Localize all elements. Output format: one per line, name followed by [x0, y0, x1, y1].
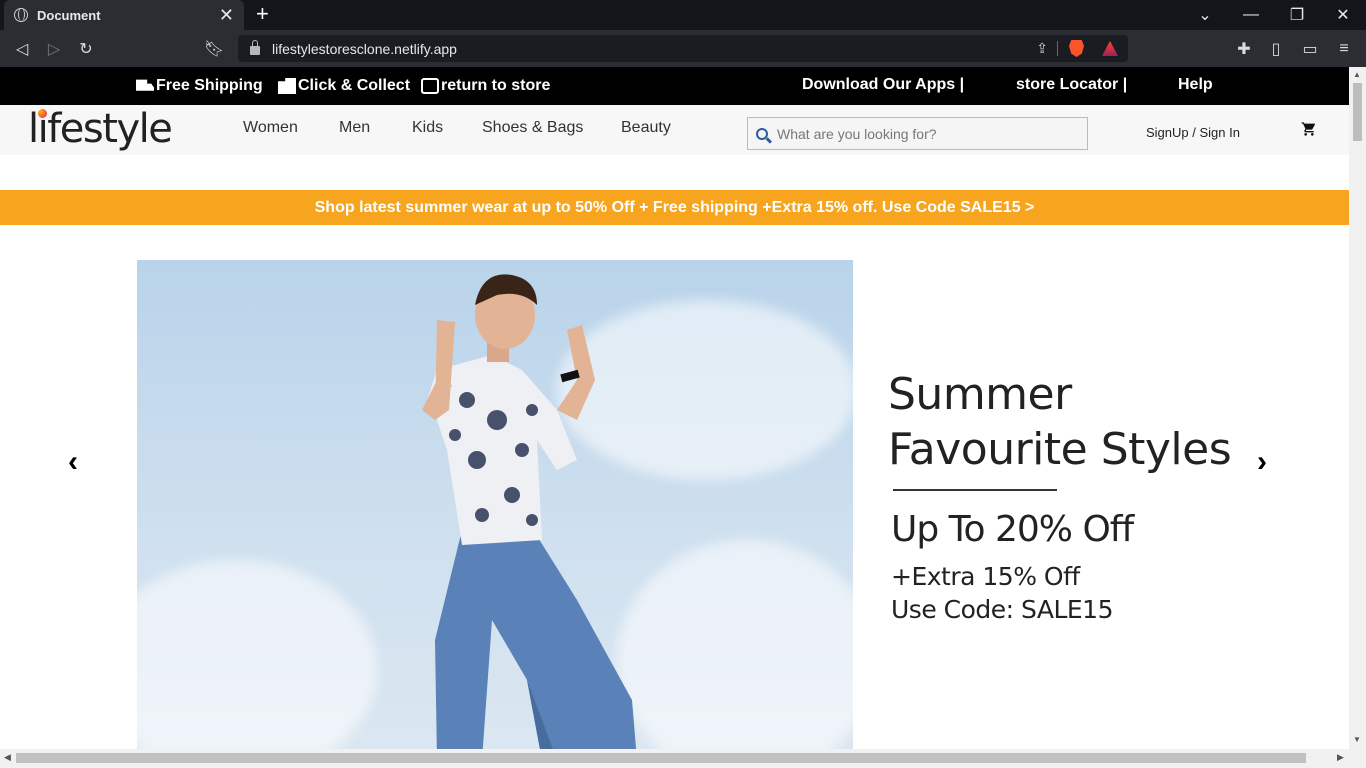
help-link[interactable]: Help	[1178, 76, 1213, 94]
help-label: Help	[1178, 76, 1213, 93]
sidebar-icon[interactable]: ▯	[1261, 30, 1291, 67]
free-shipping-link[interactable]: Free Shipping	[136, 77, 263, 95]
hero-extra: +Extra 15% Off	[891, 562, 1080, 591]
lock-icon	[250, 40, 260, 55]
cart-icon[interactable]	[1300, 121, 1318, 137]
bookmark-icon[interactable]: 🔖︎	[198, 30, 230, 67]
vertical-scroll-thumb[interactable]	[1353, 83, 1362, 141]
menu-icon[interactable]: ≡	[1329, 30, 1359, 67]
return-store-link[interactable]: return to store	[421, 77, 550, 95]
logo-text: lifestyle	[28, 106, 173, 152]
vertical-scrollbar[interactable]: ▲ ▼	[1349, 67, 1366, 749]
window-close-icon[interactable]: ✕	[1323, 0, 1363, 30]
hero-discount: Up To 20% Off	[891, 509, 1134, 550]
address-bar[interactable]: lifestylestoresclone.netlify.app ⇪	[238, 35, 1128, 62]
browser-toolbar: ◁ ▷ ↻ 🔖︎ lifestylestoresclone.netlify.ap…	[0, 30, 1366, 67]
truck-icon	[136, 79, 154, 91]
download-apps-link[interactable]: Download Our Apps |	[802, 76, 964, 94]
site-header: lifestyle Women Men Kids Shoes & Bags Be…	[0, 105, 1349, 155]
brave-shield-icon[interactable]	[1069, 40, 1084, 57]
download-apps-label: Download Our Apps |	[802, 76, 965, 93]
model-photo	[422, 274, 637, 749]
carousel-prev-button[interactable]: ‹	[68, 445, 78, 479]
building-icon	[278, 78, 296, 94]
nav-beauty[interactable]: Beauty	[621, 119, 671, 137]
free-shipping-label: Free Shipping	[156, 77, 263, 94]
reload-icon[interactable]: ↻	[70, 30, 102, 67]
search-input[interactable]	[777, 125, 1067, 142]
close-tab-icon[interactable]: ✕	[219, 6, 234, 24]
top-strip: Free Shipping Click & Collect return to …	[0, 67, 1349, 105]
brave-rewards-icon[interactable]	[1102, 41, 1118, 56]
store-icon	[421, 78, 439, 94]
forward-icon[interactable]: ▷	[38, 30, 70, 67]
signin-link[interactable]: SignUp / Sign In	[1146, 125, 1240, 140]
minimize-icon[interactable]: —	[1231, 0, 1271, 30]
nav-shoes-bags[interactable]: Shoes & Bags	[482, 119, 583, 137]
hero-promo-text: Summer Favourite Styles Up To 20% Off +E…	[888, 367, 1232, 626]
tab-title: Document	[37, 7, 101, 23]
hero-line-2: Favourite Styles	[888, 424, 1232, 475]
lifestyle-logo[interactable]: lifestyle	[28, 106, 173, 152]
nav-men[interactable]: Men	[339, 119, 370, 137]
share-icon[interactable]: ⇪	[1036, 40, 1048, 57]
carousel-next-button[interactable]: ›	[1257, 445, 1267, 479]
return-store-label: return to store	[441, 77, 551, 94]
store-locator-label: store Locator |	[1016, 76, 1128, 93]
hero-line-1: Summer	[888, 369, 1072, 420]
logo-dot	[38, 109, 47, 118]
globe-icon	[14, 8, 28, 22]
page-content: Free Shipping Click & Collect return to …	[0, 67, 1349, 749]
hero-code: Use Code: SALE15	[891, 595, 1114, 624]
hero-image	[137, 260, 853, 749]
search-box	[747, 117, 1088, 150]
new-tab-icon[interactable]: +	[256, 3, 269, 25]
divider	[1057, 41, 1058, 56]
store-locator-link[interactable]: store Locator |	[1016, 76, 1127, 94]
promo-banner[interactable]: Shop latest summer wear at up to 50% Off…	[0, 190, 1349, 225]
search-icon	[756, 127, 768, 140]
back-icon[interactable]: ◁	[6, 30, 38, 67]
extensions-icon[interactable]: ✚	[1229, 30, 1259, 67]
tab-search-icon[interactable]: ⌄	[1185, 0, 1225, 30]
click-collect-link[interactable]: Click & Collect	[278, 77, 410, 95]
nav-kids[interactable]: Kids	[412, 119, 443, 137]
nav-women[interactable]: Women	[243, 119, 298, 137]
horizontal-scrollbar[interactable]: ◀ ▶	[0, 749, 1366, 768]
wallet-icon[interactable]: ▭	[1295, 30, 1325, 67]
click-collect-label: Click & Collect	[298, 77, 411, 94]
url-text: lifestylestoresclone.netlify.app	[272, 40, 457, 57]
restore-icon[interactable]: ❐	[1277, 0, 1317, 30]
browser-tab[interactable]: Document ✕	[4, 0, 244, 30]
horizontal-scroll-thumb[interactable]	[16, 753, 1306, 763]
browser-tabbar: Document ✕ + ⌄ — ❐ ✕	[0, 0, 1366, 30]
divider	[893, 489, 1057, 491]
